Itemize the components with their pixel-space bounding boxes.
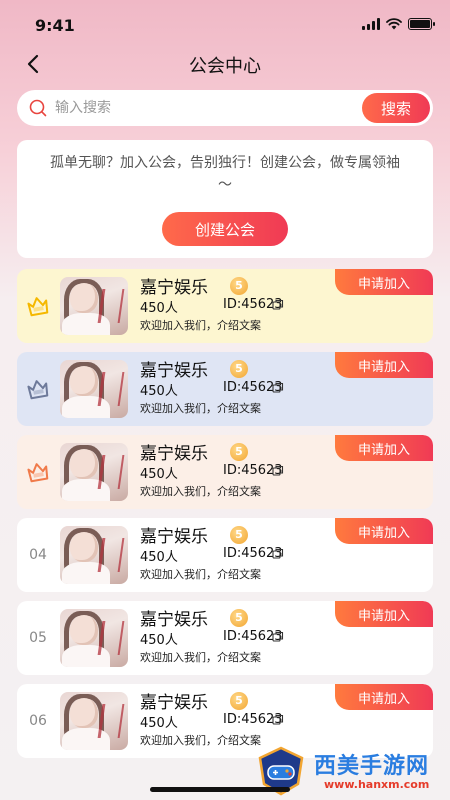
intro-card: 孤单无聊？加入公会，告别独行！创建公会，做专属领袖～ 创建公会 — [17, 140, 433, 258]
guild-card[interactable]: 嘉宁娱乐 5 450人 ID:45623 欢迎加入我们，介绍文案 申请加入 — [17, 352, 433, 426]
home-indicator — [150, 787, 290, 792]
rank-3-badge-icon — [27, 463, 49, 483]
watermark-title: 西美手游网 — [314, 754, 430, 779]
wifi-icon — [386, 18, 402, 30]
guild-avatar — [60, 692, 128, 750]
guild-name: 嘉宁娱乐 — [140, 278, 208, 298]
guild-name: 嘉宁娱乐 — [140, 693, 208, 713]
rank-number: 06 — [25, 708, 51, 734]
apply-join-button[interactable]: 申请加入 — [335, 518, 433, 544]
search-bar: 搜索 — [17, 90, 433, 126]
copy-icon[interactable] — [272, 299, 284, 311]
guild-name: 嘉宁娱乐 — [140, 361, 208, 381]
apply-join-button[interactable]: 申请加入 — [335, 269, 433, 295]
copy-icon[interactable] — [272, 548, 284, 560]
search-input[interactable] — [55, 90, 335, 126]
intro-text: 孤单无聊？加入公会，告别独行！创建公会，做专属领袖～ — [50, 155, 400, 193]
guild-avatar — [60, 443, 128, 501]
nav-bar: 公会中心 — [0, 44, 450, 84]
status-icons — [362, 18, 435, 30]
guild-description: 欢迎加入我们，介绍文案 — [140, 402, 261, 415]
rank-number-label: 05 — [29, 630, 47, 646]
apply-join-button[interactable]: 申请加入 — [335, 601, 433, 627]
member-count: 450人 — [140, 716, 178, 731]
rank-2-badge-icon — [27, 380, 49, 400]
guild-card[interactable]: 04 嘉宁娱乐 5 450人 ID:45623 欢迎加入我们，介绍文案 申请加入 — [17, 518, 433, 592]
rank-number: 05 — [25, 625, 51, 651]
member-count: 450人 — [140, 384, 178, 399]
rank-1-badge-icon — [27, 297, 49, 317]
copy-icon[interactable] — [272, 465, 284, 477]
guild-card[interactable]: 嘉宁娱乐 5 450人 ID:45623 欢迎加入我们，介绍文案 申请加入 — [17, 435, 433, 509]
guild-description: 欢迎加入我们，介绍文案 — [140, 485, 261, 498]
status-time: 9:41 — [35, 16, 75, 35]
level-coin-icon: 5 — [230, 443, 248, 461]
status-bar: 9:41 — [0, 0, 450, 44]
search-icon — [29, 99, 47, 117]
guild-card[interactable]: 嘉宁娱乐 5 450人 ID:45623 欢迎加入我们，介绍文案 申请加入 — [17, 269, 433, 343]
guild-avatar — [60, 360, 128, 418]
level-coin-icon: 5 — [230, 692, 248, 710]
signal-icon — [362, 18, 380, 30]
member-count: 450人 — [140, 301, 178, 316]
level-coin-icon: 5 — [230, 360, 248, 378]
level-coin-icon: 5 — [230, 277, 248, 295]
member-count: 450人 — [140, 633, 178, 648]
watermark-url: www.hanxm.com — [324, 778, 430, 791]
copy-icon[interactable] — [272, 714, 284, 726]
search-button[interactable]: 搜索 — [362, 93, 430, 123]
guild-card[interactable]: 05 嘉宁娱乐 5 450人 ID:45623 欢迎加入我们，介绍文案 申请加入 — [17, 601, 433, 675]
guild-name: 嘉宁娱乐 — [140, 527, 208, 547]
guild-description: 欢迎加入我们，介绍文案 — [140, 734, 261, 747]
apply-join-button[interactable]: 申请加入 — [335, 352, 433, 378]
copy-icon[interactable] — [272, 382, 284, 394]
member-count: 450人 — [140, 550, 178, 565]
create-guild-button[interactable]: 创建公会 — [162, 212, 288, 246]
level-coin-icon: 5 — [230, 609, 248, 627]
guild-avatar — [60, 277, 128, 335]
guild-avatar — [60, 609, 128, 667]
member-count: 450人 — [140, 467, 178, 482]
guild-description: 欢迎加入我们，介绍文案 — [140, 568, 261, 581]
copy-icon[interactable] — [272, 631, 284, 643]
guild-avatar — [60, 526, 128, 584]
guild-description: 欢迎加入我们，介绍文案 — [140, 319, 261, 332]
apply-join-button[interactable]: 申请加入 — [335, 684, 433, 710]
rank-number-label: 06 — [29, 713, 47, 729]
battery-icon — [408, 18, 435, 30]
apply-join-button[interactable]: 申请加入 — [335, 435, 433, 461]
guild-name: 嘉宁娱乐 — [140, 444, 208, 464]
level-coin-icon: 5 — [230, 526, 248, 544]
page-title: 公会中心 — [189, 56, 261, 77]
guild-name: 嘉宁娱乐 — [140, 610, 208, 630]
rank-number-label: 04 — [29, 547, 47, 563]
rank-number: 04 — [25, 542, 51, 568]
guild-description: 欢迎加入我们，介绍文案 — [140, 651, 261, 664]
